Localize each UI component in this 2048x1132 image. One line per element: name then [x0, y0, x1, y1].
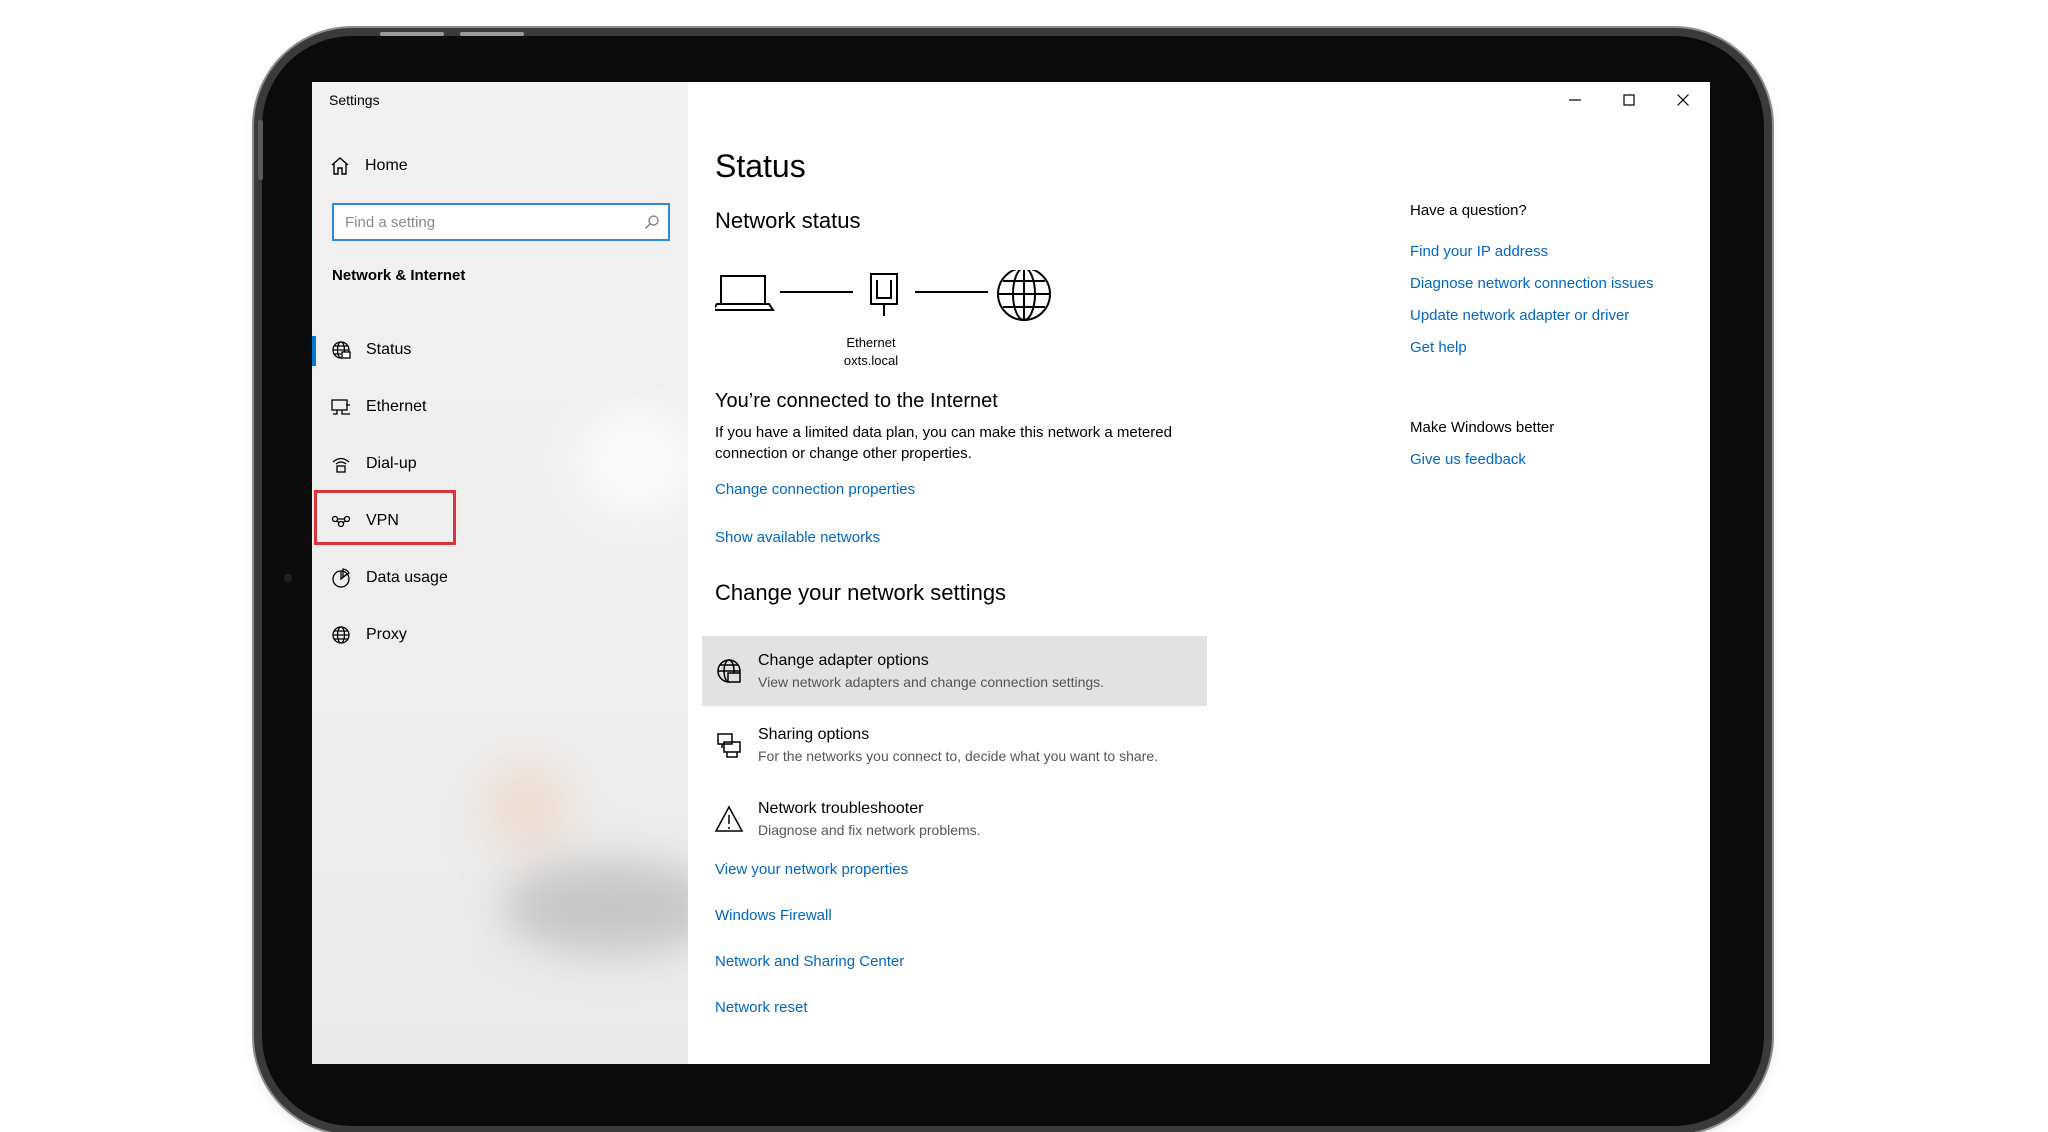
status-globe-icon	[332, 340, 351, 359]
tablet-top-button	[380, 32, 444, 36]
diagnose-connection-link[interactable]: Diagnose network connection issues	[1410, 275, 1653, 292]
sidebar-item-ethernet[interactable]: Ethernet	[312, 378, 688, 435]
tablet-side-button	[258, 120, 263, 180]
network-troubleshooter[interactable]: Network troubleshooter Diagnose and fix …	[702, 784, 1207, 854]
home-label: Home	[365, 157, 408, 174]
network-sharing-center-link[interactable]: Network and Sharing Center	[715, 953, 904, 970]
give-feedback-link[interactable]: Give us feedback	[1410, 451, 1526, 468]
option-title: Network troubleshooter	[758, 800, 924, 817]
tablet-camera	[284, 574, 292, 582]
search-input[interactable]	[334, 205, 624, 239]
minimize-icon	[1569, 99, 1581, 101]
minimize-button[interactable]	[1548, 82, 1602, 118]
option-title: Change adapter options	[758, 652, 929, 669]
update-adapter-link[interactable]: Update network adapter or driver	[1410, 307, 1629, 324]
close-icon	[1677, 94, 1689, 106]
data-usage-icon	[332, 567, 350, 588]
ethernet-icon	[331, 398, 350, 415]
ethernet-adapter-icon	[870, 273, 898, 316]
change-settings-heading: Change your network settings	[715, 580, 1007, 605]
connected-description: If you have a limited data plan, you can…	[715, 424, 1172, 462]
connected-title: You’re connected to the Internet	[715, 390, 998, 412]
feedback-heading: Make Windows better	[1410, 419, 1555, 436]
close-button[interactable]	[1656, 82, 1710, 118]
get-help-link[interactable]: Get help	[1410, 339, 1467, 356]
adapter-globe-icon	[717, 659, 741, 683]
sharing-options[interactable]: Sharing options For the networks you con…	[702, 710, 1207, 780]
globe-icon	[332, 625, 350, 644]
settings-window: Settings Home Network & Internet	[312, 82, 1710, 1064]
warning-icon	[714, 805, 744, 832]
change-adapter-options[interactable]: Change adapter options View network adap…	[702, 636, 1207, 706]
vpn-highlight-box	[314, 490, 456, 545]
sidebar-item-proxy[interactable]: Proxy	[312, 606, 688, 663]
option-description: For the networks you connect to, decide …	[758, 748, 1158, 764]
help-heading: Have a question?	[1410, 202, 1527, 219]
sidebar-item-label: Ethernet	[366, 397, 427, 415]
option-description: Diagnose and fix network problems.	[758, 822, 981, 838]
sharing-printer-icon	[717, 733, 741, 758]
home-nav-item[interactable]: Home	[329, 152, 408, 180]
sidebar: Settings Home Network & Internet	[312, 82, 722, 1064]
change-connection-properties-link[interactable]: Change connection properties	[715, 481, 915, 498]
search-box[interactable]	[332, 203, 670, 241]
tablet-top-button	[460, 32, 524, 36]
page-title: Status	[715, 148, 806, 184]
adapter-label: Ethernet	[846, 335, 896, 350]
find-ip-address-link[interactable]: Find your IP address	[1410, 243, 1548, 260]
sidebar-item-label: Status	[366, 340, 412, 358]
sidebar-item-label: Data usage	[366, 568, 448, 586]
windows-firewall-link[interactable]: Windows Firewall	[715, 907, 832, 924]
main-pane: Status Network status Ethernet oxts.loca…	[688, 82, 1710, 1064]
network-reset-link[interactable]: Network reset	[715, 999, 808, 1016]
show-available-networks-link[interactable]: Show available networks	[715, 529, 880, 546]
maximize-icon	[1623, 94, 1635, 106]
option-description: View network adapters and change connect…	[758, 674, 1105, 690]
dialup-icon	[332, 457, 350, 473]
network-name-label: oxts.local	[843, 353, 899, 368]
section-title: Network & Internet	[332, 267, 466, 284]
option-title: Sharing options	[758, 726, 870, 743]
search-icon[interactable]	[644, 214, 660, 230]
window-controls	[1548, 82, 1710, 118]
sidebar-item-label: Dial-up	[366, 454, 417, 472]
home-icon	[331, 157, 349, 175]
sidebar-item-data-usage[interactable]: Data usage	[312, 549, 688, 606]
view-network-properties-link[interactable]: View your network properties	[715, 861, 908, 878]
acrylic-tint	[482, 762, 572, 852]
laptop-icon	[715, 275, 775, 311]
maximize-button[interactable]	[1602, 82, 1656, 118]
sidebar-item-dialup[interactable]: Dial-up	[312, 435, 688, 492]
sidebar-item-label: Proxy	[366, 625, 407, 643]
network-status-heading: Network status	[715, 208, 861, 233]
window-title: Settings	[329, 92, 380, 108]
internet-globe-icon	[997, 270, 1051, 321]
sidebar-item-status[interactable]: Status	[312, 321, 688, 378]
